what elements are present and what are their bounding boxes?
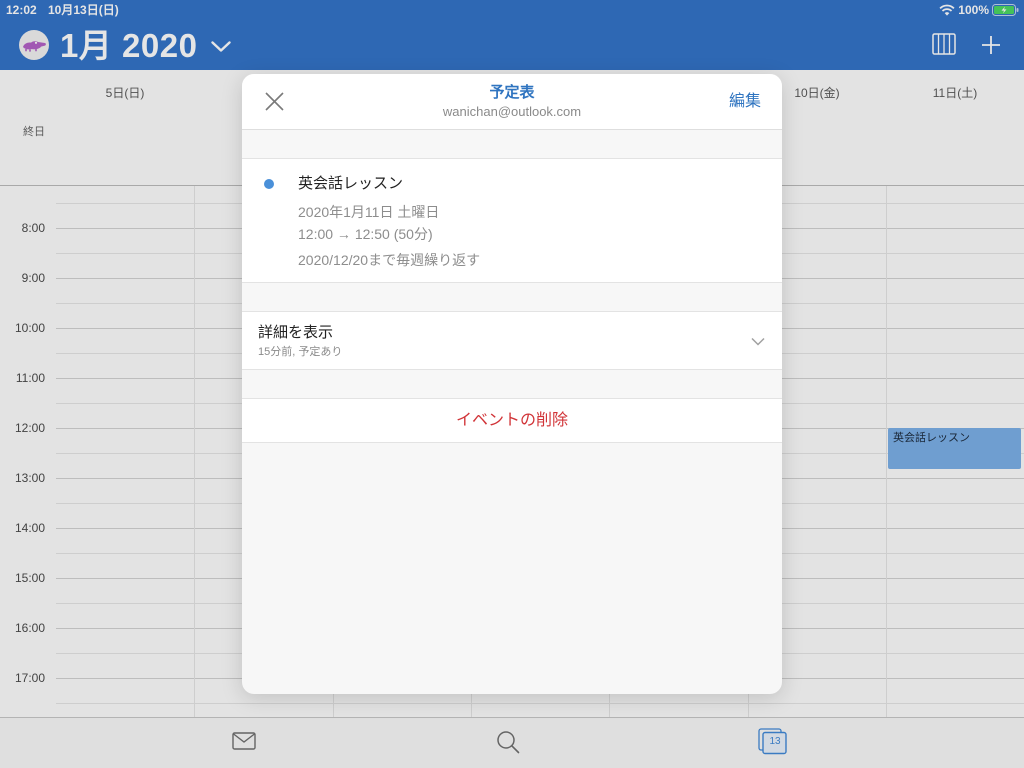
chevron-down-icon[interactable] [751,337,765,346]
show-details-row[interactable]: 詳細を表示 15分前, 予定あり [242,311,782,370]
delete-event-label: イベントの削除 [455,412,568,429]
calendar-account: wanichan@outlook.com [442,104,582,119]
event-recurrence: 2020/12/20まで毎週繰り返す [298,252,481,268]
event-title: 英会話レッスン [298,175,404,192]
event-detail-modal: 予定表 wanichan@outlook.com 編集 英会話レッスン 2020… [242,74,782,694]
modal-header: 予定表 wanichan@outlook.com 編集 [242,74,782,130]
delete-event-button[interactable]: イベントの削除 [242,398,782,443]
modal-title: 予定表 [489,84,535,101]
show-details-label: 詳細を表示 [258,324,334,341]
edit-button[interactable]: 編集 [729,92,761,112]
event-time-range: 12:00 → 12:50 (50分) [298,226,433,242]
calendar-color-dot [264,179,274,189]
event-summary: 英会話レッスン 2020年1月11日 土曜日 12:00 → 12:50 (50… [242,158,782,283]
details-summary: 15分前, 予定あり [258,346,343,358]
event-date: 2020年1月11日 土曜日 [298,204,440,220]
